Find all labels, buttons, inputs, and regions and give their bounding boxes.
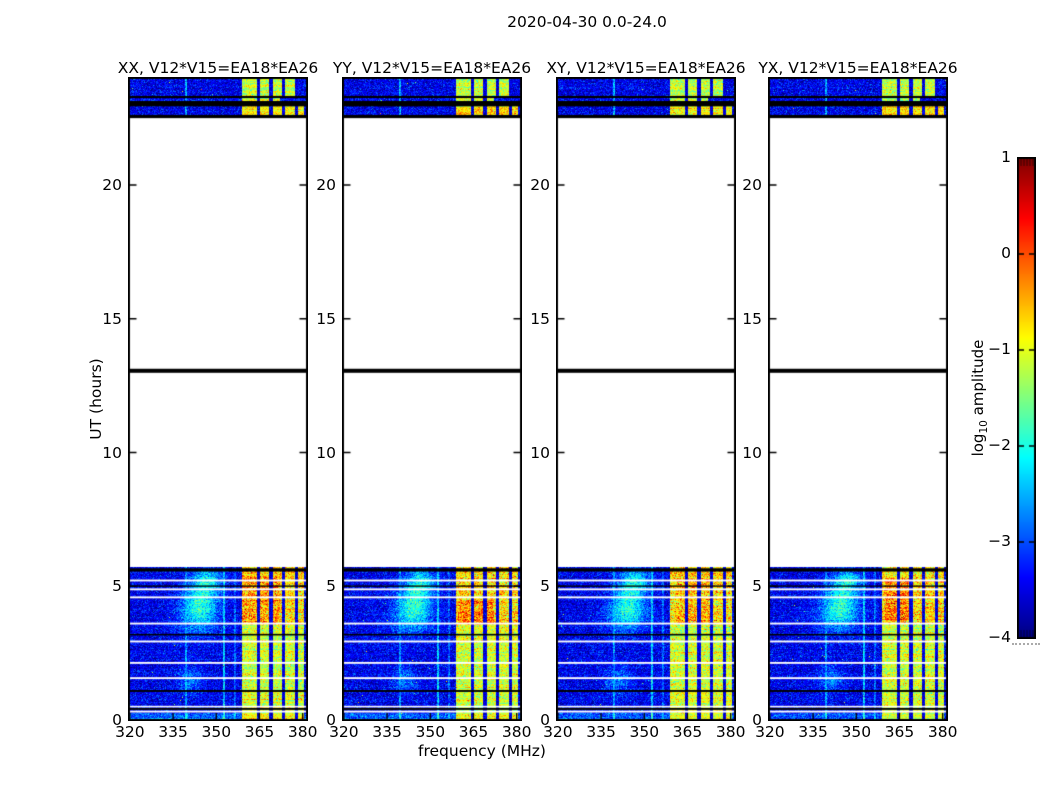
colorbar-underflow-dots [1012,643,1040,645]
colorbar-label-sub: 10 [978,420,990,433]
spectrogram-panel-xx [128,77,308,721]
y-tick-label: 5 [712,576,762,596]
x-tick-label: 365 [449,722,497,742]
y-tick-label: 15 [72,309,122,329]
figure: 2020-04-30 0.0-24.0 XX, V12*V15=EA18*EA2… [0,0,1050,800]
y-tick-label: 20 [286,175,336,195]
panel-title-xx: XX, V12*V15=EA18*EA26 [118,58,318,78]
x-tick-label: 365 [663,722,711,742]
x-tick-label: 335 [789,722,837,742]
y-tick-label: 5 [500,576,550,596]
y-tick-label: 10 [286,443,336,463]
y-tick-label: 5 [286,576,336,596]
x-tick-label: 320 [320,722,368,742]
colorbar [1017,157,1036,639]
x-tick-label: 380 [919,722,967,742]
x-tick-label: 335 [577,722,625,742]
y-tick-label: 10 [500,443,550,463]
x-tick-label: 335 [149,722,197,742]
y-tick-label: 20 [72,175,122,195]
x-tick-label: 365 [235,722,283,742]
y-tick-label: 10 [72,443,122,463]
figure-title: 2020-04-30 0.0-24.0 [507,12,667,32]
y-tick-label: 15 [712,309,762,329]
colorbar-tick-label: −3 [966,531,1011,551]
spectrogram-panel-yx [768,77,948,721]
x-tick-label: 335 [363,722,411,742]
panel-title-yy: YY, V12*V15=EA18*EA26 [333,58,531,78]
x-axis-label: frequency (MHz) [418,741,546,761]
y-tick-label: 20 [712,175,762,195]
panel-title-yx: YX, V12*V15=EA18*EA26 [758,58,957,78]
colorbar-tick-label: −1 [966,339,1011,359]
y-tick-label: 20 [500,175,550,195]
x-tick-label: 350 [832,722,880,742]
colorbar-tick-label: 0 [966,243,1011,263]
y-tick-label: 10 [712,443,762,463]
x-tick-label: 320 [746,722,794,742]
y-tick-label: 15 [286,309,336,329]
x-tick-label: 350 [620,722,668,742]
x-tick-label: 320 [534,722,582,742]
colorbar-tick-label: −2 [966,435,1011,455]
x-tick-label: 365 [875,722,923,742]
colorbar-tick-label: 1 [966,147,1011,167]
y-axis-label: UT (hours) [86,358,106,439]
panel-title-xy: XY, V12*V15=EA18*EA26 [546,58,745,78]
x-tick-label: 350 [192,722,240,742]
spectrogram-panel-yy [342,77,522,721]
x-tick-label: 350 [406,722,454,742]
y-tick-label: 5 [72,576,122,596]
x-tick-label: 320 [106,722,154,742]
spectrogram-panel-xy [556,77,736,721]
y-tick-label: 15 [500,309,550,329]
colorbar-tick-label: −4 [966,627,1011,647]
